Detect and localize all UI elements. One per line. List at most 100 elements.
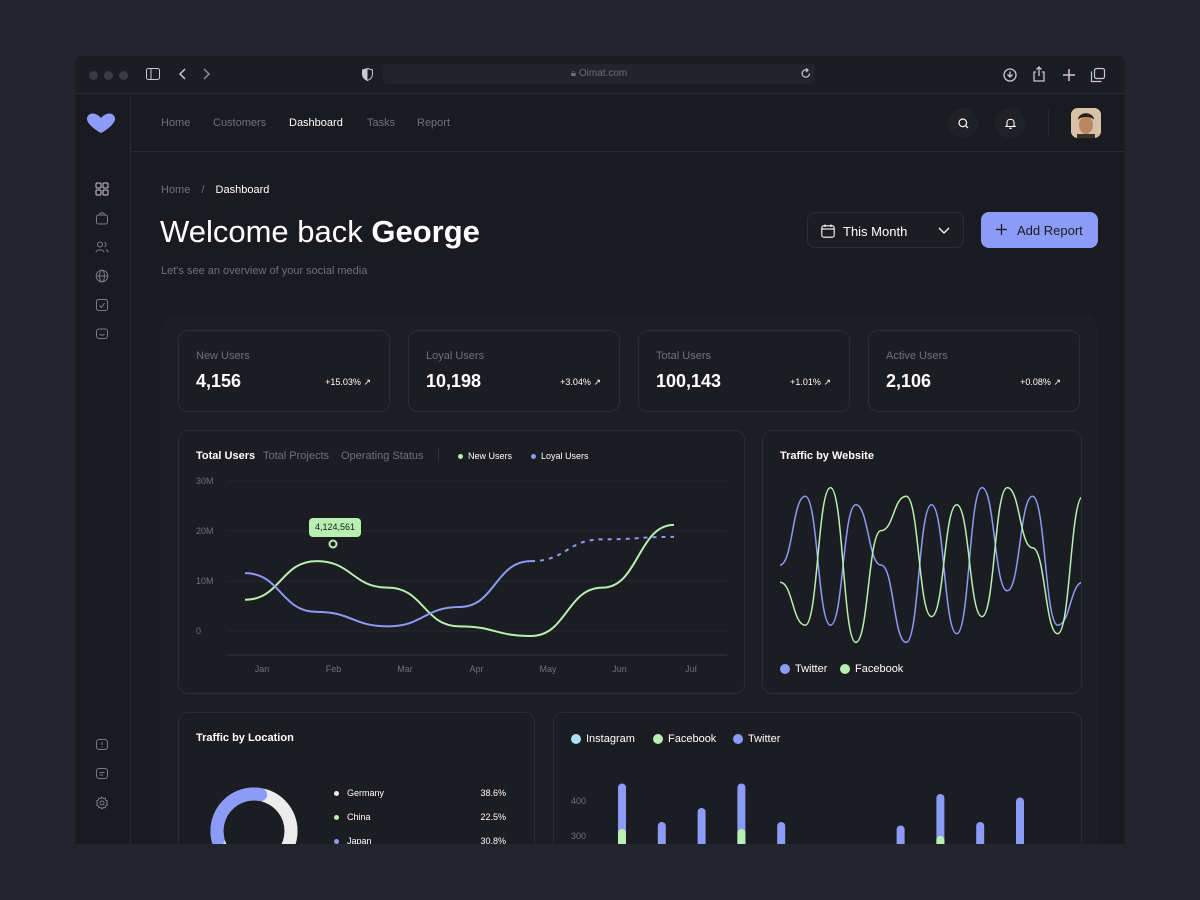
- series-line-loyal-users-forecast: [530, 535, 675, 563]
- x-tick-label: Jan: [255, 664, 270, 674]
- breadcrumb: Home / Dashboard: [161, 184, 269, 196]
- browser-titlebar: 🔒︎ Oimat.com: [75, 56, 1125, 94]
- series-line-facebook: [779, 486, 1081, 644]
- dashboard-grid-icon[interactable]: [95, 182, 109, 196]
- minimize-dot[interactable]: [104, 71, 113, 80]
- series-line-loyal-users: [244, 560, 532, 628]
- notifications-button[interactable]: [995, 108, 1025, 138]
- reload-icon[interactable]: [801, 68, 811, 79]
- welcome-name: George: [371, 214, 480, 249]
- new-tab-icon[interactable]: [1063, 69, 1075, 81]
- browser-window: 🔒︎ Oimat.com Home Customers Dashboard Ta…: [75, 56, 1125, 844]
- url-text: 🔒︎ Oimat.com: [570, 68, 628, 79]
- sidebar-toggle-icon[interactable]: [146, 68, 160, 80]
- chat-icon[interactable]: [95, 327, 109, 341]
- location-row-china: China 22.5%: [334, 812, 506, 822]
- stat-title: Active Users: [886, 350, 948, 362]
- breadcrumb-separator: /: [201, 184, 205, 196]
- search-button[interactable]: [948, 108, 978, 138]
- y-tick-label: 20M: [196, 526, 214, 536]
- stat-value: 2,106: [886, 371, 932, 391]
- lock-icon: 🔒︎: [570, 68, 579, 79]
- bar-twitter: [777, 822, 786, 844]
- trend-up-icon: ↗: [593, 377, 601, 387]
- add-report-button[interactable]: Add Report: [981, 212, 1098, 248]
- address-bar[interactable]: 🔒︎ Oimat.com: [383, 64, 815, 84]
- bar-twitter: [657, 822, 666, 844]
- share-icon[interactable]: [1033, 66, 1045, 82]
- stat-change: +15.03% ↗: [325, 377, 371, 387]
- nav-dashboard[interactable]: Dashboard: [289, 117, 343, 129]
- stat-change: +1.01% ↗: [790, 377, 831, 387]
- heart-logo-icon: [86, 113, 116, 133]
- message-icon[interactable]: [95, 767, 109, 781]
- zoom-dot[interactable]: [119, 71, 128, 80]
- location-donut-chart: [210, 787, 298, 844]
- download-icon[interactable]: [1003, 68, 1017, 82]
- bar-twitter: [976, 822, 985, 844]
- x-tick-label: Apr: [469, 664, 483, 674]
- tabs-overview-icon[interactable]: [1090, 67, 1106, 83]
- stat-change: +3.04% ↗: [560, 377, 601, 387]
- back-icon[interactable]: [178, 68, 187, 80]
- y-tick-label: 400: [571, 796, 586, 806]
- stat-card-loyal-users: Loyal Users 10,198 +3.04% ↗: [408, 330, 620, 412]
- bar-facebook: [936, 836, 945, 844]
- bar-twitter: [1016, 797, 1024, 844]
- calendar-icon: [821, 224, 835, 238]
- avatar-portrait: [1071, 108, 1101, 138]
- bar-twitter: [896, 825, 905, 844]
- nav-divider: [1048, 110, 1049, 136]
- welcome-greeting: Welcome back: [160, 214, 363, 249]
- japan-dot: [334, 839, 339, 844]
- legend-twitter: Twitter: [780, 663, 827, 675]
- nav-home[interactable]: Home: [161, 117, 190, 129]
- bar-twitter: [697, 808, 706, 844]
- app-sidebar: [75, 94, 131, 844]
- period-select[interactable]: This Month: [807, 212, 964, 248]
- location-row-germany: Germany 38.6%: [334, 788, 506, 798]
- china-dot: [334, 815, 339, 821]
- close-dot[interactable]: [89, 71, 98, 80]
- x-tick-label: Feb: [326, 664, 342, 674]
- breadcrumb-home[interactable]: Home: [161, 184, 190, 196]
- bookmark-icon[interactable]: [95, 298, 109, 312]
- stat-card-total-users: Total Users 100,143 +1.01% ↗: [638, 330, 850, 412]
- settings-gear-icon[interactable]: [95, 796, 109, 810]
- x-tick-label: Jul: [685, 664, 697, 674]
- forward-icon[interactable]: [203, 68, 211, 80]
- bag-icon[interactable]: [95, 211, 109, 225]
- plus-icon: [996, 224, 1007, 235]
- nav-customers[interactable]: Customers: [213, 117, 266, 129]
- trend-up-icon: ↗: [363, 377, 371, 387]
- stat-card-new-users: New Users 4,156 +15.03% ↗: [178, 330, 390, 412]
- page-title: Welcome back George: [160, 214, 480, 250]
- globe-icon[interactable]: [95, 269, 109, 283]
- users-chart-card: Total Users Total Projects Operating Sta…: [178, 430, 745, 694]
- x-tick-label: May: [539, 664, 557, 674]
- series-line-new-users: [244, 523, 675, 638]
- chart-tooltip: 4,124,561: [309, 518, 362, 537]
- nav-tasks[interactable]: Tasks: [367, 117, 395, 129]
- website-traffic-card: Traffic by Website Twitter Facebook: [762, 430, 1082, 694]
- donut-slice-germany: [258, 789, 298, 844]
- trend-up-icon: ↗: [823, 377, 831, 387]
- page-subtitle: Let's see an overview of your social med…: [161, 265, 368, 277]
- shield-icon[interactable]: [362, 67, 373, 82]
- stat-title: Loyal Users: [426, 350, 485, 362]
- trend-up-icon: ↗: [1053, 377, 1061, 387]
- add-report-label: Add Report: [1017, 223, 1083, 238]
- germany-dot: [334, 791, 339, 797]
- bar-facebook: [618, 829, 626, 844]
- help-icon[interactable]: [95, 738, 109, 752]
- location-row-japan: Japan 30.8%: [334, 836, 506, 844]
- nav-report[interactable]: Report: [417, 117, 450, 129]
- x-tick-label: Jun: [612, 664, 627, 674]
- stat-value: 100,143: [656, 371, 722, 391]
- users-icon[interactable]: [95, 240, 109, 254]
- chevron-down-icon: [938, 227, 950, 234]
- users-line-chart: 30M 20M 10M 0 Jan Feb Mar Apr May Jun Jul: [196, 476, 727, 674]
- stat-title: Total Users: [656, 350, 712, 362]
- stat-value: 4,156: [196, 371, 242, 391]
- user-avatar[interactable]: [1071, 108, 1101, 138]
